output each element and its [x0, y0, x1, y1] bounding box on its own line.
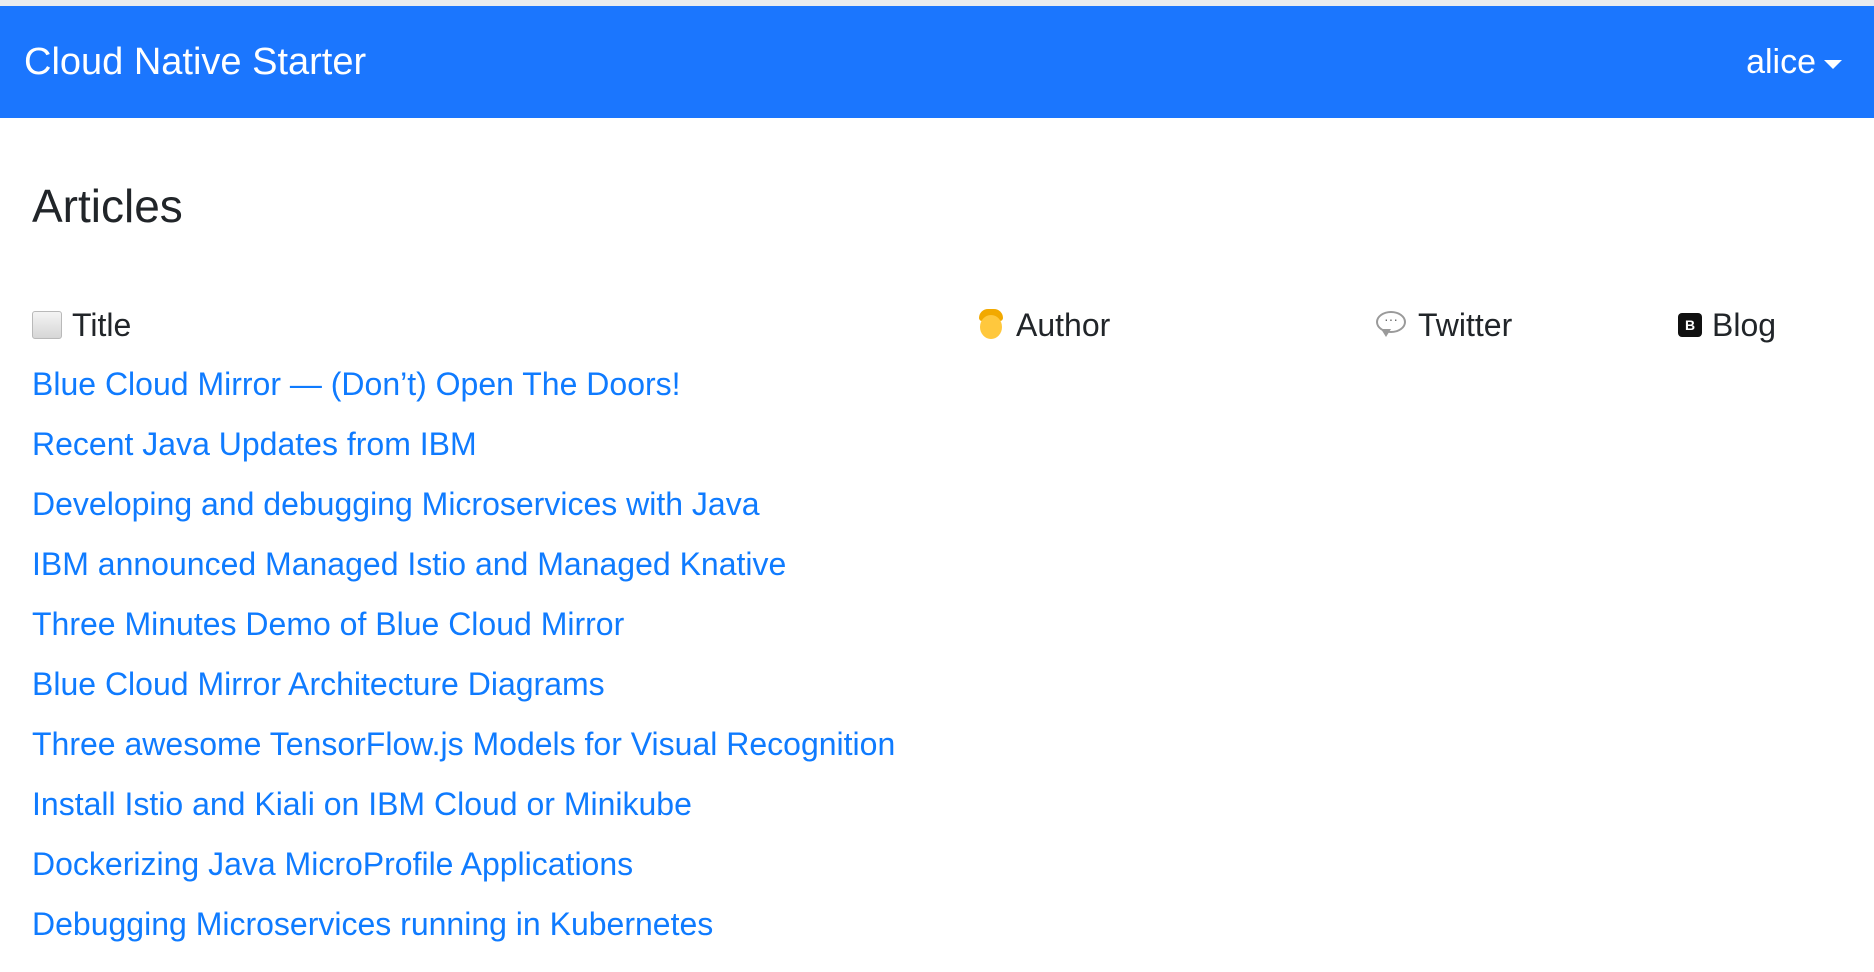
table-row: IBM announced Managed Istio and Managed … [32, 542, 895, 602]
article-link[interactable]: Debugging Microservices running in Kuber… [32, 906, 713, 942]
table-row: Blue Cloud Mirror Architecture Diagrams [32, 662, 895, 722]
article-link[interactable]: Blue Cloud Mirror — (Don’t) Open The Doo… [32, 366, 681, 402]
article-link[interactable]: Blue Cloud Mirror Architecture Diagrams [32, 666, 605, 702]
column-header-title-label: Title [72, 306, 132, 343]
column-header-author-label: Author [1016, 306, 1111, 343]
speech-bubble-icon: ··· [1376, 311, 1408, 339]
table-row: Three Minutes Demo of Blue Cloud Mirror [32, 602, 895, 662]
table-row: Blue Cloud Mirror — (Don’t) Open The Doo… [32, 362, 895, 422]
article-link[interactable]: IBM announced Managed Istio and Managed … [32, 546, 786, 582]
table-row: Three awesome TensorFlow.js Models for V… [32, 722, 895, 782]
column-header-twitter-label: Twitter [1418, 306, 1513, 343]
caret-down-icon [1824, 59, 1842, 69]
article-link[interactable]: Dockerizing Java MicroProfile Applicatio… [32, 846, 633, 882]
table-row: Developing and debugging Microservices w… [32, 482, 895, 542]
article-link[interactable]: Three Minutes Demo of Blue Cloud Mirror [32, 606, 624, 642]
person-icon [976, 309, 1006, 341]
user-dropdown[interactable]: alice [1746, 40, 1842, 84]
article-link[interactable]: Developing and debugging Microservices w… [32, 486, 760, 522]
table-row: Dockerizing Java MicroProfile Applicatio… [32, 842, 895, 902]
scroll-icon [32, 311, 62, 339]
table-row: Recent Java Updates from IBM [32, 422, 895, 482]
table-row: Debugging Microservices running in Kuber… [32, 902, 895, 962]
article-list: Blue Cloud Mirror — (Don’t) Open The Doo… [32, 362, 895, 962]
column-header-blog: B Blog [1678, 305, 1776, 345]
column-header-title: Title [32, 305, 131, 345]
user-name: alice [1746, 43, 1816, 81]
navbar: Cloud Native Starter alice [0, 6, 1874, 118]
b-icon: B [1678, 313, 1702, 337]
column-header-blog-label: Blog [1712, 306, 1777, 343]
table-row: Install Istio and Kiali on IBM Cloud or … [32, 782, 895, 842]
page-title: Articles [32, 180, 183, 232]
article-link[interactable]: Install Istio and Kiali on IBM Cloud or … [32, 786, 692, 822]
article-link[interactable]: Three awesome TensorFlow.js Models for V… [32, 726, 895, 762]
column-header-author: Author [976, 305, 1110, 345]
brand-link[interactable]: Cloud Native Starter [24, 40, 366, 84]
article-link[interactable]: Recent Java Updates from IBM [32, 426, 477, 462]
column-header-twitter: ··· Twitter [1376, 305, 1512, 345]
